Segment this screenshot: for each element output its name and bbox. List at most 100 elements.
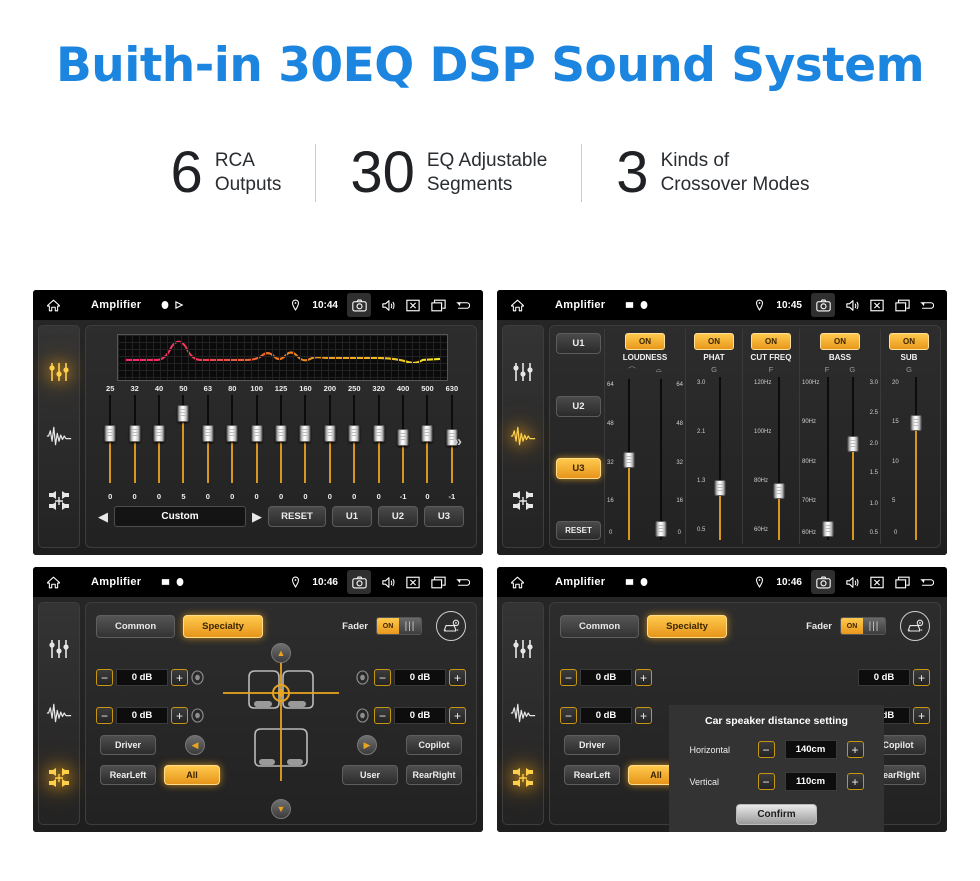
preset-display[interactable]: Custom xyxy=(114,506,246,527)
decrement-button[interactable]: − xyxy=(757,741,775,758)
eq-slider[interactable] xyxy=(122,395,146,491)
waveform-icon[interactable] xyxy=(510,423,536,449)
waveform-icon[interactable] xyxy=(46,423,72,449)
close-icon[interactable] xyxy=(869,298,885,312)
eq-slider[interactable] xyxy=(220,395,244,491)
phat-toggle[interactable]: ON xyxy=(694,333,734,350)
eq-slider[interactable] xyxy=(318,395,342,491)
preset-rearright-button[interactable]: RearRight xyxy=(406,765,462,785)
car-settings-icon[interactable] xyxy=(900,611,930,641)
recents-icon[interactable] xyxy=(430,575,446,589)
decrement-button[interactable]: − xyxy=(96,707,113,724)
eq-sliders-icon[interactable] xyxy=(46,636,72,662)
preset-all-button[interactable]: All xyxy=(164,765,220,785)
volume-icon[interactable] xyxy=(380,298,396,312)
seat-map[interactable] xyxy=(221,649,341,789)
reset-button[interactable]: RESET xyxy=(268,506,326,527)
recents-icon[interactable] xyxy=(430,298,446,312)
preset-rearleft-button[interactable]: RearLeft xyxy=(564,765,620,785)
preset-next-button[interactable]: ▶ xyxy=(252,509,262,525)
close-icon[interactable] xyxy=(405,298,421,312)
preset-u2-button[interactable]: U2 xyxy=(556,395,601,417)
eq-slider[interactable] xyxy=(415,395,439,491)
camera-icon[interactable] xyxy=(811,293,835,317)
increment-button[interactable]: + xyxy=(913,669,930,686)
volume-icon[interactable] xyxy=(844,298,860,312)
decrement-button[interactable]: − xyxy=(560,669,577,686)
preset-rearleft-button[interactable]: RearLeft xyxy=(100,765,156,785)
increment-button[interactable]: + xyxy=(846,741,864,758)
eq-slider[interactable] xyxy=(269,395,293,491)
bass-freq-slider[interactable]: 100Hz 90Hz 80Hz 70Hz 60Hz xyxy=(802,377,836,540)
recents-icon[interactable] xyxy=(894,298,910,312)
camera-icon[interactable] xyxy=(811,570,835,594)
eq-slider[interactable] xyxy=(196,395,220,491)
tab-common[interactable]: Common xyxy=(560,614,640,638)
car-settings-icon[interactable] xyxy=(436,611,466,641)
increment-button[interactable]: + xyxy=(635,707,652,724)
decrement-button[interactable]: − xyxy=(757,773,775,790)
eq-sliders-icon[interactable] xyxy=(510,359,536,385)
pad-left-button[interactable]: ◀ xyxy=(185,735,205,755)
close-icon[interactable] xyxy=(869,575,885,589)
bass-gain-slider[interactable]: 3.0 2.5 2.0 1.5 1.0 0.5 xyxy=(844,377,878,540)
balance-icon[interactable] xyxy=(46,488,72,514)
eq-slider[interactable] xyxy=(244,395,268,491)
increment-button[interactable]: + xyxy=(635,669,652,686)
recents-icon[interactable] xyxy=(894,575,910,589)
sub-toggle[interactable]: ON xyxy=(889,333,929,350)
eq-slider[interactable] xyxy=(98,395,122,491)
eq-slider[interactable] xyxy=(342,395,366,491)
preset-u3-button[interactable]: U3 xyxy=(556,458,601,480)
decrement-button[interactable]: − xyxy=(96,669,113,686)
home-icon[interactable] xyxy=(45,575,61,589)
preset-u3-button[interactable]: U3 xyxy=(424,506,464,527)
back-icon[interactable] xyxy=(919,575,935,589)
increment-button[interactable]: + xyxy=(171,669,188,686)
camera-icon[interactable] xyxy=(347,570,371,594)
preset-u1-button[interactable]: U1 xyxy=(332,506,372,527)
increment-button[interactable]: + xyxy=(846,773,864,790)
increment-button[interactable]: + xyxy=(913,707,930,724)
home-icon[interactable] xyxy=(509,575,525,589)
cutfreq-toggle[interactable]: ON xyxy=(751,333,791,350)
balance-icon[interactable] xyxy=(510,488,536,514)
eq-sliders-icon[interactable] xyxy=(510,636,536,662)
decrement-button[interactable]: − xyxy=(374,669,391,686)
confirm-button[interactable]: Confirm xyxy=(736,804,817,825)
eq-slider[interactable] xyxy=(391,395,415,491)
preset-u2-button[interactable]: U2 xyxy=(378,506,418,527)
eq-slider[interactable] xyxy=(293,395,317,491)
sub-gain-slider[interactable]: 20 15 10 5 0 xyxy=(892,377,926,540)
volume-icon[interactable] xyxy=(844,575,860,589)
tab-specialty[interactable]: Specialty xyxy=(647,614,727,638)
preset-driver-button[interactable]: Driver xyxy=(564,735,620,755)
loudness-slider-right[interactable]: 64 48 32 16 0 xyxy=(649,379,683,540)
preset-copilot-button[interactable]: Copilot xyxy=(406,735,462,755)
more-bands-icon[interactable]: » xyxy=(454,433,462,450)
back-icon[interactable] xyxy=(455,298,471,312)
pad-down-button[interactable]: ▼ xyxy=(271,799,291,819)
preset-u1-button[interactable]: U1 xyxy=(556,333,601,354)
decrement-button[interactable]: − xyxy=(374,707,391,724)
phat-gain-slider[interactable]: 3.0 2.1 1.3 0.5 xyxy=(697,377,731,540)
back-icon[interactable] xyxy=(919,298,935,312)
pad-right-button[interactable]: ▶ xyxy=(357,735,377,755)
increment-button[interactable]: + xyxy=(449,707,466,724)
waveform-icon[interactable] xyxy=(46,700,72,726)
camera-icon[interactable] xyxy=(347,293,371,317)
fader-toggle[interactable]: ON ||| xyxy=(840,617,886,635)
waveform-icon[interactable] xyxy=(510,700,536,726)
eq-slider[interactable] xyxy=(366,395,390,491)
eq-slider[interactable] xyxy=(147,395,171,491)
pad-up-button[interactable]: ▲ xyxy=(271,643,291,663)
preset-driver-button[interactable]: Driver xyxy=(100,735,156,755)
cutfreq-slider[interactable]: 120Hz 100Hz 80Hz 60Hz xyxy=(754,377,788,540)
decrement-button[interactable]: − xyxy=(560,707,577,724)
increment-button[interactable]: + xyxy=(449,669,466,686)
preset-prev-button[interactable]: ◀ xyxy=(98,509,108,525)
fader-toggle[interactable]: ON ||| xyxy=(376,617,422,635)
eq-sliders-icon[interactable] xyxy=(46,359,72,385)
reset-button[interactable]: RESET xyxy=(556,520,601,540)
volume-icon[interactable] xyxy=(380,575,396,589)
